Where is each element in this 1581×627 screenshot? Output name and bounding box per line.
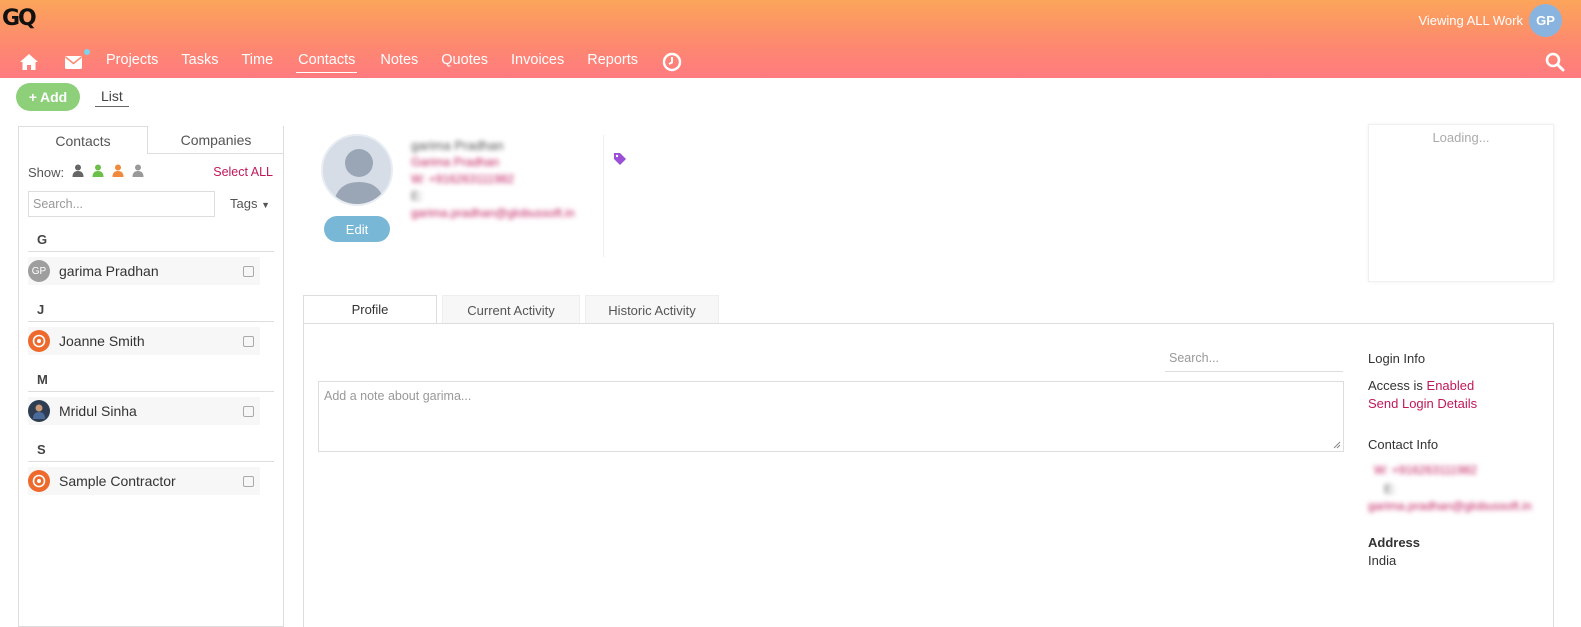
resize-handle-icon[interactable] xyxy=(1333,441,1341,449)
top-bar: GQ Viewing ALL Work GP Projects Tasks Ti… xyxy=(0,0,1581,78)
contact-name[interactable]: Mridul Sinha xyxy=(59,403,243,419)
contact-phone[interactable]: W: +916263111982 xyxy=(1374,463,1477,477)
add-button[interactable]: + Add xyxy=(16,83,80,111)
edit-profile-button[interactable]: Edit xyxy=(324,216,390,242)
show-filter: Show: xyxy=(28,164,144,180)
divider xyxy=(28,391,274,392)
contact-checkbox[interactable] xyxy=(243,405,254,417)
profile-phone[interactable]: W: +916263111982 xyxy=(411,172,514,186)
tags-dropdown[interactable]: Tags ▼ xyxy=(230,196,270,211)
contact-checkbox[interactable] xyxy=(243,265,254,277)
search-icon[interactable] xyxy=(1545,52,1565,77)
main-nav: Projects Tasks Time Contacts Notes Quote… xyxy=(18,49,705,74)
divider xyxy=(603,135,604,257)
profile-photo xyxy=(321,134,393,206)
contact-info-title: Contact Info xyxy=(1368,437,1439,452)
nav-time[interactable]: Time xyxy=(241,52,273,72)
profile-panel xyxy=(303,323,1554,627)
list-view-button[interactable]: List xyxy=(95,88,129,107)
contact-checkbox[interactable] xyxy=(243,335,254,347)
profile-tabs: Profile Current Activity Historic Activi… xyxy=(303,295,724,324)
person-filter-gray-icon[interactable] xyxy=(132,164,144,180)
send-login-details-link[interactable]: Send Login Details xyxy=(1368,396,1477,411)
contact-row[interactable]: Joanne Smith xyxy=(28,327,260,355)
address-value: India xyxy=(1368,553,1397,568)
tag-icon[interactable] xyxy=(613,152,627,171)
plus-icon: + xyxy=(28,89,37,105)
nav-reports[interactable]: Reports xyxy=(587,52,638,72)
sidebar-tabs: Contacts Companies xyxy=(18,126,284,154)
nav-projects[interactable]: Projects xyxy=(106,52,158,72)
contact-row[interactable]: Mridul Sinha xyxy=(28,397,260,425)
add-label: Add xyxy=(39,89,68,105)
tab-profile[interactable]: Profile xyxy=(303,295,437,324)
avatar: GP xyxy=(28,260,50,282)
show-label: Show: xyxy=(28,164,65,180)
address-title: Address xyxy=(1368,535,1421,550)
profile-name: garima Pradhan xyxy=(411,138,504,153)
divider xyxy=(28,461,274,462)
company-logo-icon xyxy=(28,470,50,492)
nav-invoices[interactable]: Invoices xyxy=(511,52,564,72)
divider xyxy=(28,321,274,322)
profile-display-name[interactable]: Garima Pradhan xyxy=(411,155,499,169)
contact-row[interactable]: Sample Contractor xyxy=(28,467,260,495)
tab-contacts[interactable]: Contacts xyxy=(18,126,148,154)
contact-checkbox[interactable] xyxy=(243,475,254,487)
user-avatar[interactable]: GP xyxy=(1529,4,1562,37)
select-all-link[interactable]: Select ALL xyxy=(213,165,273,179)
contact-name[interactable]: Joanne Smith xyxy=(59,333,243,349)
nav-tasks[interactable]: Tasks xyxy=(181,52,218,72)
viewing-filter[interactable]: Viewing ALL Work xyxy=(1418,13,1523,28)
loading-panel: Loading... xyxy=(1368,124,1554,282)
access-enabled-link[interactable]: Enabled xyxy=(1427,378,1475,393)
nav-notes[interactable]: Notes xyxy=(380,52,418,72)
divider xyxy=(28,251,274,252)
person-filter-orange-icon[interactable] xyxy=(112,164,124,180)
tags-label: Tags xyxy=(230,196,258,211)
nav-contacts[interactable]: Contacts xyxy=(296,52,358,73)
notification-dot xyxy=(84,49,90,55)
login-info-title: Login Info xyxy=(1368,351,1426,366)
company-logo-icon xyxy=(28,330,50,352)
contact-name[interactable]: garima Pradhan xyxy=(59,263,243,279)
person-filter-dark-icon[interactable] xyxy=(72,164,84,180)
caret-down-icon: ▼ xyxy=(261,200,271,210)
group-letter: G xyxy=(37,232,48,247)
group-letter: J xyxy=(37,302,45,317)
access-status: Access is Enabled xyxy=(1368,378,1474,393)
group-letter: S xyxy=(37,442,46,457)
tab-historic-activity[interactable]: Historic Activity xyxy=(585,295,719,324)
clock-icon[interactable] xyxy=(661,51,683,73)
contact-email-label: E: xyxy=(1384,482,1396,496)
home-icon[interactable] xyxy=(18,51,40,73)
group-letter: M xyxy=(37,372,48,387)
contact-name[interactable]: Sample Contractor xyxy=(59,473,243,489)
tab-current-activity[interactable]: Current Activity xyxy=(442,295,580,324)
access-prefix: Access is xyxy=(1368,378,1423,393)
profile-email[interactable]: garima.pradhan@globussoft.in xyxy=(411,206,575,220)
app-logo[interactable]: GQ xyxy=(2,6,37,31)
contact-row[interactable]: GP garima Pradhan xyxy=(28,257,260,285)
person-filter-green-icon[interactable] xyxy=(92,164,104,180)
activity-search-input[interactable]: Search... xyxy=(1165,346,1343,372)
mail-icon[interactable] xyxy=(62,49,90,73)
contact-email[interactable]: garima.pradhan@globussoft.in xyxy=(1368,499,1532,513)
nav-quotes[interactable]: Quotes xyxy=(441,52,488,72)
note-textarea[interactable]: Add a note about garima... xyxy=(318,381,1344,452)
note-placeholder: Add a note about garima... xyxy=(324,389,472,403)
tab-companies[interactable]: Companies xyxy=(148,126,284,154)
contact-search-input[interactable]: Search... xyxy=(28,191,215,217)
profile-email-label: E: xyxy=(411,189,423,203)
avatar xyxy=(28,400,50,422)
